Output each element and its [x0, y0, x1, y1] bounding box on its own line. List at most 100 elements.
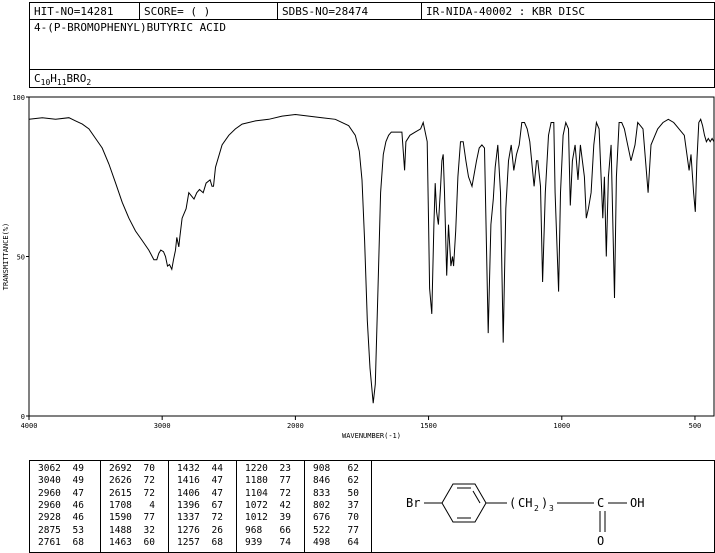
- peak-row: 2960 46: [38, 499, 84, 511]
- peak-transmittance: 44: [211, 463, 223, 474]
- hit-no-cell: HIT-NO=14281: [30, 3, 140, 19]
- peak-row: 1416 47: [177, 476, 223, 486]
- peak-row: 846 62: [313, 476, 359, 486]
- peak-table-column: 1432 44 1416 47 1406 47 1396 67 1337 72 1276 26 1257…: [169, 461, 237, 552]
- peak-row: 833 50: [313, 487, 359, 499]
- peak-transmittance: 23: [279, 463, 291, 474]
- peak-transmittance: 46: [72, 499, 84, 511]
- peak-wavenumber: 3040: [38, 475, 61, 487]
- peak-transmittance: 64: [347, 536, 359, 548]
- formula-subscript: 2: [86, 78, 92, 88]
- peak-wavenumber: 2875: [38, 524, 61, 536]
- formula-text: C: [34, 72, 41, 85]
- structure-diagram: Br ( CH 2 ) 3 C OH O: [406, 483, 644, 548]
- peak-wavenumber: 1590: [109, 512, 132, 524]
- peak-row: 522 77: [313, 524, 359, 536]
- peak-row: 3062 49: [38, 464, 84, 474]
- x-tick-label: 500: [689, 422, 702, 430]
- peak-wavenumber: 2692: [109, 463, 132, 474]
- peak-row: 2626 72: [109, 476, 155, 486]
- peak-row: 1488 32: [109, 524, 155, 536]
- x-tick-label: 3000: [154, 422, 171, 430]
- sdbs-no-cell: SDBS-NO=28474: [278, 3, 422, 19]
- peak-row: 2615 72: [109, 487, 155, 499]
- peak-transmittance: 32: [143, 524, 155, 536]
- peak-wavenumber: 2928: [38, 512, 61, 524]
- peak-transmittance: 68: [211, 536, 223, 548]
- peak-wavenumber: 3062: [38, 463, 61, 474]
- peak-wavenumber: 1488: [109, 524, 132, 536]
- peak-wavenumber: 498: [313, 536, 331, 548]
- axis-ticks: 4000 3000 2000 1500 1000 500 0 50 100: [12, 94, 701, 430]
- peak-row: 2761 68: [38, 536, 84, 548]
- peak-row: 1432 44: [177, 464, 223, 474]
- peak-transmittance: 72: [143, 487, 155, 499]
- peak-transmittance: 47: [211, 487, 223, 499]
- carbonyl-oxygen-label: O: [597, 534, 604, 548]
- peak-transmittance: 77: [347, 524, 359, 536]
- peak-row: 968 66: [245, 524, 291, 536]
- peak-row: 1012 39: [245, 513, 291, 523]
- ring-inner-bond-3: [472, 490, 481, 504]
- peak-row: 2960 47: [38, 487, 84, 499]
- peak-transmittance: 47: [211, 475, 223, 487]
- header-bar: HIT-NO=14281 SCORE= ( ) SDBS-NO=28474 IR…: [29, 2, 715, 20]
- peak-wavenumber: 1180: [245, 475, 268, 487]
- peak-row: 1463 60: [109, 536, 155, 548]
- chain-close-paren: ): [541, 496, 548, 510]
- peak-transmittance: 74: [279, 536, 291, 548]
- peak-row: 1220 23: [245, 464, 291, 474]
- peak-wavenumber: 968: [245, 524, 263, 536]
- compound-info-box: 4-(P-BROMOPHENYL)BUTYRIC ACID C10H11BRO2: [29, 19, 715, 88]
- peak-row: 1406 47: [177, 487, 223, 499]
- peak-wavenumber: 1396: [177, 499, 200, 511]
- peak-wavenumber: 1072: [245, 499, 268, 511]
- peak-transmittance: 50: [347, 487, 359, 499]
- y-tick-label: 0: [21, 413, 25, 421]
- peak-wavenumber: 1708: [109, 499, 132, 511]
- benzene-ring: [441, 483, 487, 523]
- peak-wavenumber: 2960: [38, 499, 61, 511]
- peak-wavenumber: 676: [313, 512, 331, 524]
- peak-transmittance: 62: [347, 475, 359, 487]
- peak-row: 2692 70: [109, 464, 155, 474]
- hydroxyl-label: OH: [630, 496, 644, 510]
- peak-wavenumber: 2626: [109, 475, 132, 487]
- peak-table-column: 3062 49 3040 49 2960 47 2960 46 2928 46 2875 53 2761…: [30, 461, 101, 552]
- peak-table-column: 1220 23 1180 77 1104 72 1072 42 1012 39 968 66 939 74: [237, 461, 305, 552]
- peak-wavenumber: 833: [313, 487, 331, 499]
- peak-wavenumber: 1432: [177, 463, 200, 474]
- formula-subscript: 10: [40, 78, 51, 88]
- peak-row: 908 62: [313, 464, 359, 474]
- peak-transmittance: 77: [279, 475, 291, 487]
- peak-transmittance: 60: [143, 536, 155, 548]
- x-tick-label: 1500: [420, 422, 437, 430]
- peak-wavenumber: 802: [313, 499, 331, 511]
- peak-wavenumber: 1104: [245, 487, 268, 499]
- peak-wavenumber: 2960: [38, 487, 61, 499]
- score-cell: SCORE= ( ): [140, 3, 278, 19]
- transmittance-curve: [28, 113, 715, 404]
- chain-n-subscript: 3: [549, 504, 554, 513]
- peak-wavenumber: 1012: [245, 512, 268, 524]
- peak-table: 3062 49 3040 49 2960 47 2960 46 2928 46 2875 53 2761…: [29, 460, 372, 553]
- formula-text: BRO: [66, 72, 87, 85]
- chain-open-paren: (: [509, 496, 516, 510]
- y-tick-label: 100: [12, 94, 25, 102]
- peak-wavenumber: 1416: [177, 475, 200, 487]
- x-tick-label: 4000: [21, 422, 38, 430]
- peak-transmittance: 72: [279, 487, 291, 499]
- peak-transmittance: 68: [72, 536, 84, 548]
- structure-box: Br ( CH 2 ) 3 C OH O: [371, 460, 715, 553]
- peak-transmittance: 49: [72, 463, 84, 474]
- chain-h-subscript: 2: [534, 504, 539, 513]
- peak-wavenumber: 1406: [177, 487, 200, 499]
- peak-row: 2928 46: [38, 513, 84, 523]
- peak-wavenumber: 939: [245, 536, 263, 548]
- peak-transmittance: 46: [72, 512, 84, 524]
- peak-row: 498 64: [313, 536, 359, 548]
- peak-transmittance: 42: [279, 499, 291, 511]
- peak-row: 1180 77: [245, 476, 291, 486]
- y-tick-label: 50: [17, 254, 25, 262]
- peak-row: 3040 49: [38, 476, 84, 486]
